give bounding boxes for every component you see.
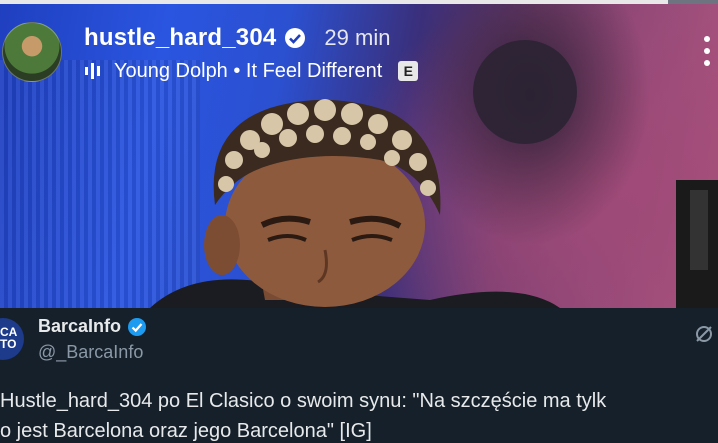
story-username[interactable]: hustle_hard_304 <box>84 24 276 52</box>
account-name[interactable]: BarcaInfo <box>38 316 121 337</box>
verified-badge-icon <box>128 317 147 336</box>
audio-bars-icon <box>85 63 100 79</box>
account-name-row: BarcaInfo <box>38 316 147 337</box>
grok-icon[interactable] <box>694 324 714 344</box>
story-image[interactable]: hustle_hard_304 29 min Young Dolph • It … <box>0 0 718 308</box>
account-handle[interactable]: @_BarcaInfo <box>38 342 143 363</box>
story-time: 29 min <box>324 25 391 50</box>
tweet-card[interactable]: CA TO BarcaInfo @_BarcaInfo Hustle_hard_… <box>0 308 718 442</box>
more-options-icon[interactable] <box>700 34 714 68</box>
tweet-text-line2: o jest Barcelona oraz jego Barcelona" [I… <box>0 420 372 442</box>
tweet-text-line1: Hustle_hard_304 po El Clasico o swoim sy… <box>0 390 607 412</box>
story-header: hustle_hard_304 29 min <box>84 22 390 54</box>
story-music[interactable]: Young Dolph • It Feel Different E <box>84 58 419 84</box>
account-avatar-text: CA TO <box>0 325 17 351</box>
verified-badge-icon <box>285 28 306 48</box>
explicit-badge: E <box>398 61 419 81</box>
account-avatar[interactable]: CA TO <box>0 318 24 360</box>
story-avatar[interactable] <box>2 22 62 82</box>
story-music-label: Young Dolph • It Feel Different <box>114 59 383 82</box>
